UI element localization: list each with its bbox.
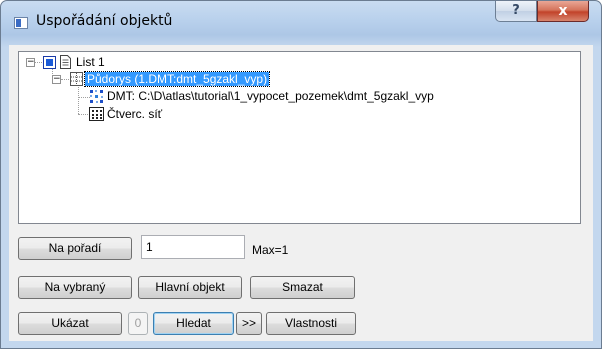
tree-connector (78, 85, 79, 114)
hlavni-objekt-button[interactable]: Hlavní objekt (138, 276, 242, 299)
tree-connector (61, 79, 69, 80)
app-window-icon (14, 17, 28, 29)
close-button[interactable]: x (537, 1, 589, 22)
smazat-button[interactable]: Smazat (250, 276, 355, 299)
max-order-label: Max=1 (252, 243, 289, 257)
tree-item-dmt[interactable]: DMT: C:\D\atlas\tutorial\1_vypocet_pozem… (107, 89, 434, 103)
vlastnosti-button[interactable]: Vlastnosti (266, 312, 356, 335)
dialog-window: Uspořádání objektů ? x − List 1 − Půdory… (0, 0, 602, 349)
title-bar[interactable]: Uspořádání objektů ? x (1, 1, 601, 45)
tree-item-ctverc-sit[interactable]: Čtverc. síť (107, 107, 162, 121)
expand-collapse-toggle[interactable]: − (26, 58, 35, 67)
hledat-button[interactable]: Hledat (153, 312, 234, 335)
find-next-button[interactable]: >> (236, 312, 262, 335)
help-button[interactable]: ? (495, 1, 537, 22)
window-title: Uspořádání objektů (36, 13, 173, 29)
point-cloud-icon (90, 90, 103, 103)
search-counter: 0 (128, 312, 148, 335)
tree-connector (35, 62, 42, 63)
na-poradi-button[interactable]: Na pořadí (18, 237, 132, 260)
square-grid-icon (89, 107, 104, 121)
object-tree[interactable]: − List 1 − Půdorys (1.DMT:dmt_5gzakl_vyp… (18, 51, 581, 224)
expand-collapse-toggle[interactable]: − (52, 75, 61, 84)
ukazat-button[interactable]: Ukázat (18, 312, 122, 335)
dialog-client-area: − List 1 − Půdorys (1.DMT:dmt_5gzakl_vyp… (9, 45, 593, 341)
object-layer-icon (43, 56, 56, 69)
na-vybrany-button[interactable]: Na vybraný (18, 276, 132, 299)
tree-item-list-1[interactable]: List 1 (76, 55, 105, 69)
tree-item-pudorys[interactable]: Půdorys (1.DMT:dmt_5gzakl_vyp) (83, 71, 271, 87)
page-icon (60, 55, 71, 69)
order-number-input[interactable] (141, 235, 245, 259)
grid-frame-icon (70, 72, 83, 86)
